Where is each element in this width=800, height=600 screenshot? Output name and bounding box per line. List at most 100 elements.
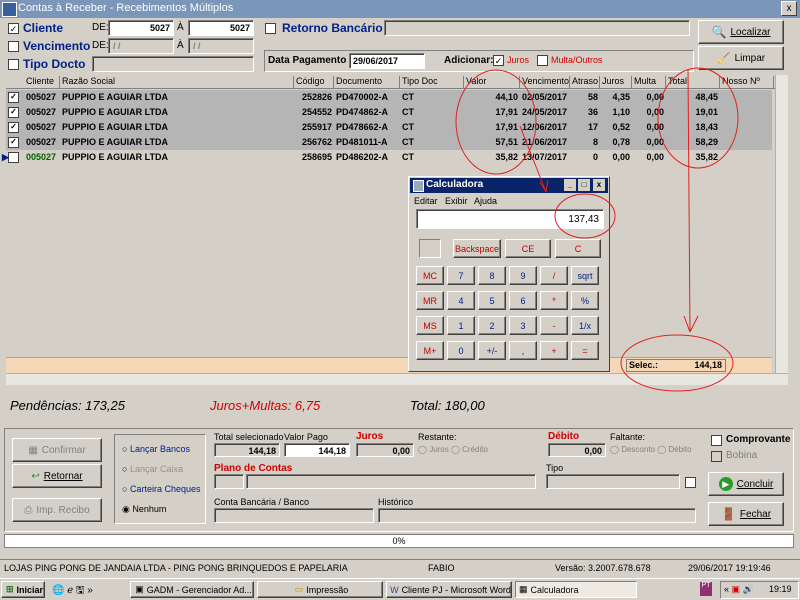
table-row[interactable]: 005027 PUPPIO E AGUIAR LTDA 258695 PD486202… <box>2 150 772 165</box>
tipo-docto-select[interactable] <box>92 56 254 72</box>
juros-checkbox[interactable]: ✓ <box>493 55 504 66</box>
tipo-docto-checkbox[interactable] <box>8 59 19 70</box>
historico-input[interactable] <box>378 508 696 523</box>
col-razao-social[interactable]: Razão Social <box>60 76 294 88</box>
tipo-select[interactable] <box>546 474 680 489</box>
calc-key-*[interactable]: * <box>540 291 568 310</box>
calc-key-1[interactable]: 1 <box>447 316 475 335</box>
table-row[interactable]: ✓ 005027 PUPPIO E AGUIAR LTDA 252826 PD47000… <box>6 90 772 105</box>
task-impressao[interactable]: ▭ Impressão <box>257 581 383 598</box>
faltante-options[interactable]: ◯ Desconto ◯ Débito <box>610 445 692 454</box>
col-codigo[interactable]: Código <box>294 76 334 88</box>
col-tipo-doc[interactable]: Tipo Doc <box>400 76 464 88</box>
task-word[interactable]: W Cliente PJ - Microsoft Word <box>386 581 512 598</box>
grid-horizontal-scrollbar[interactable] <box>6 373 788 385</box>
table-row[interactable]: ✓ 005027 PUPPIO E AGUIAR LTDA 254552 PD47486… <box>6 105 772 120</box>
calc-key-3[interactable]: 3 <box>509 316 537 335</box>
col-multa[interactable]: Multa <box>632 76 666 88</box>
cliente-checkbox[interactable]: ✓ <box>8 23 19 34</box>
menu-editar[interactable]: Editar <box>414 196 438 206</box>
row-checkbox[interactable]: ✓ <box>8 122 19 133</box>
col-cliente[interactable]: Cliente <box>24 76 60 88</box>
quicklaunch-icons[interactable]: 🌐 ℯ 🖫 » <box>52 583 93 600</box>
calc-key-/[interactable]: / <box>540 266 568 285</box>
calc-key-+[interactable]: + <box>540 341 568 360</box>
calc-key-2[interactable]: 2 <box>478 316 506 335</box>
calc-key-MR[interactable]: MR <box>416 291 444 310</box>
col-juros[interactable]: Juros <box>600 76 632 88</box>
tray-icons[interactable]: « ▣ 🔊 <box>724 584 754 595</box>
restante-options[interactable]: ◯ Juros ◯ Crédito <box>418 445 488 454</box>
retornar-button[interactable]: ↩ Retornar <box>12 464 102 488</box>
calc-key-sqrt[interactable]: sqrt <box>571 266 599 285</box>
calc-key-,[interactable]: , <box>509 341 537 360</box>
calc-key-5[interactable]: 5 <box>478 291 506 310</box>
valor-pago-input[interactable]: 144,18 <box>284 443 350 457</box>
localizar-button[interactable]: 🔍 Localizar <box>698 20 784 44</box>
retorno-checkbox[interactable] <box>265 23 276 34</box>
payment-radio-2[interactable]: ○ Carteira Cheques <box>122 484 200 494</box>
table-row[interactable]: ✓ 005027 PUPPIO E AGUIAR LTDA 255917 PD47866… <box>6 120 772 135</box>
tray-app-icon[interactable]: PT <box>700 582 712 596</box>
row-checkbox[interactable]: ✓ <box>8 92 19 103</box>
calc-key-=[interactable]: = <box>571 341 599 360</box>
conta-bancaria-select[interactable] <box>214 508 374 523</box>
vencimento-a-input[interactable]: / / <box>188 38 254 54</box>
menu-exibir[interactable]: Exibir <box>445 196 468 206</box>
cliente-a-input[interactable]: 5027 <box>188 20 254 36</box>
data-pagamento-input[interactable]: 29/06/2017 <box>349 53 425 69</box>
imp-recibo-button[interactable]: ⎙ Imp. Recibo <box>12 498 102 522</box>
close-icon[interactable]: x <box>593 179 605 191</box>
concluir-button[interactable]: ▶ Concluir <box>708 472 784 496</box>
ce-button[interactable]: CE <box>505 239 551 258</box>
backspace-button[interactable]: Backspace <box>453 239 501 258</box>
limpar-button[interactable]: 🧹 Limpar <box>698 46 784 70</box>
calc-key-9[interactable]: 9 <box>509 266 537 285</box>
retorno-file-input[interactable] <box>384 20 690 36</box>
col-valor[interactable]: Valor <box>464 76 520 88</box>
col-nosso-numero[interactable]: Nosso Nº <box>720 76 774 88</box>
tipo-checkbox[interactable] <box>685 477 696 488</box>
col-vencimento[interactable]: Vencimento <box>520 76 570 88</box>
close-button[interactable]: x <box>781 1 797 16</box>
confirmar-button[interactable]: ▦ Confirmar <box>12 438 102 462</box>
plano-code-input[interactable] <box>214 474 244 489</box>
payment-radio-0[interactable]: ○ Lançar Bancos <box>122 444 190 454</box>
table-row[interactable]: ✓ 005027 PUPPIO E AGUIAR LTDA 256762 PD48101… <box>6 135 772 150</box>
row-checkbox[interactable]: ✓ <box>8 137 19 148</box>
menu-ajuda[interactable]: Ajuda <box>474 196 497 206</box>
calc-key-MC[interactable]: MC <box>416 266 444 285</box>
calc-key-6[interactable]: 6 <box>509 291 537 310</box>
calc-key--[interactable]: - <box>540 316 568 335</box>
minimize-icon[interactable]: _ <box>564 179 576 191</box>
bobina-checkbox[interactable] <box>711 451 722 462</box>
row-checkbox[interactable] <box>8 152 19 163</box>
c-button[interactable]: C <box>555 239 601 258</box>
start-button[interactable]: ⊞ Iniciar <box>1 581 45 598</box>
task-calculadora[interactable]: ▦ Calculadora <box>515 581 637 598</box>
maximize-icon[interactable]: □ <box>578 179 590 191</box>
calc-key-4[interactable]: 4 <box>447 291 475 310</box>
calc-key-0[interactable]: 0 <box>447 341 475 360</box>
payment-radio-3[interactable]: ◉ Nenhum <box>122 504 166 515</box>
calc-key-7[interactable]: 7 <box>447 266 475 285</box>
multa-checkbox[interactable] <box>537 55 548 66</box>
calc-key-%[interactable]: % <box>571 291 599 310</box>
fechar-button[interactable]: 🚪 Fechar <box>708 502 784 526</box>
cliente-de-input[interactable]: 5027 <box>108 20 174 36</box>
calc-key-M+[interactable]: M+ <box>416 341 444 360</box>
col-total[interactable]: Total <box>666 76 720 88</box>
col-documento[interactable]: Documento <box>334 76 400 88</box>
payment-radio-1[interactable]: ○ Lançar Caixa <box>122 464 183 474</box>
calc-key-8[interactable]: 8 <box>478 266 506 285</box>
plano-select[interactable] <box>246 474 536 489</box>
calc-key-+/-[interactable]: +/- <box>478 341 506 360</box>
col-atraso[interactable]: Atraso <box>570 76 600 88</box>
task-gadm[interactable]: ▣ GADM - Gerenciador Ad... <box>130 581 254 598</box>
calc-key-MS[interactable]: MS <box>416 316 444 335</box>
vencimento-de-input[interactable]: / / <box>108 38 174 54</box>
calc-key-1/x[interactable]: 1/x <box>571 316 599 335</box>
grid-vertical-scrollbar[interactable] <box>775 75 788 373</box>
comprovante-checkbox[interactable] <box>711 435 722 446</box>
vencimento-checkbox[interactable] <box>8 41 19 52</box>
